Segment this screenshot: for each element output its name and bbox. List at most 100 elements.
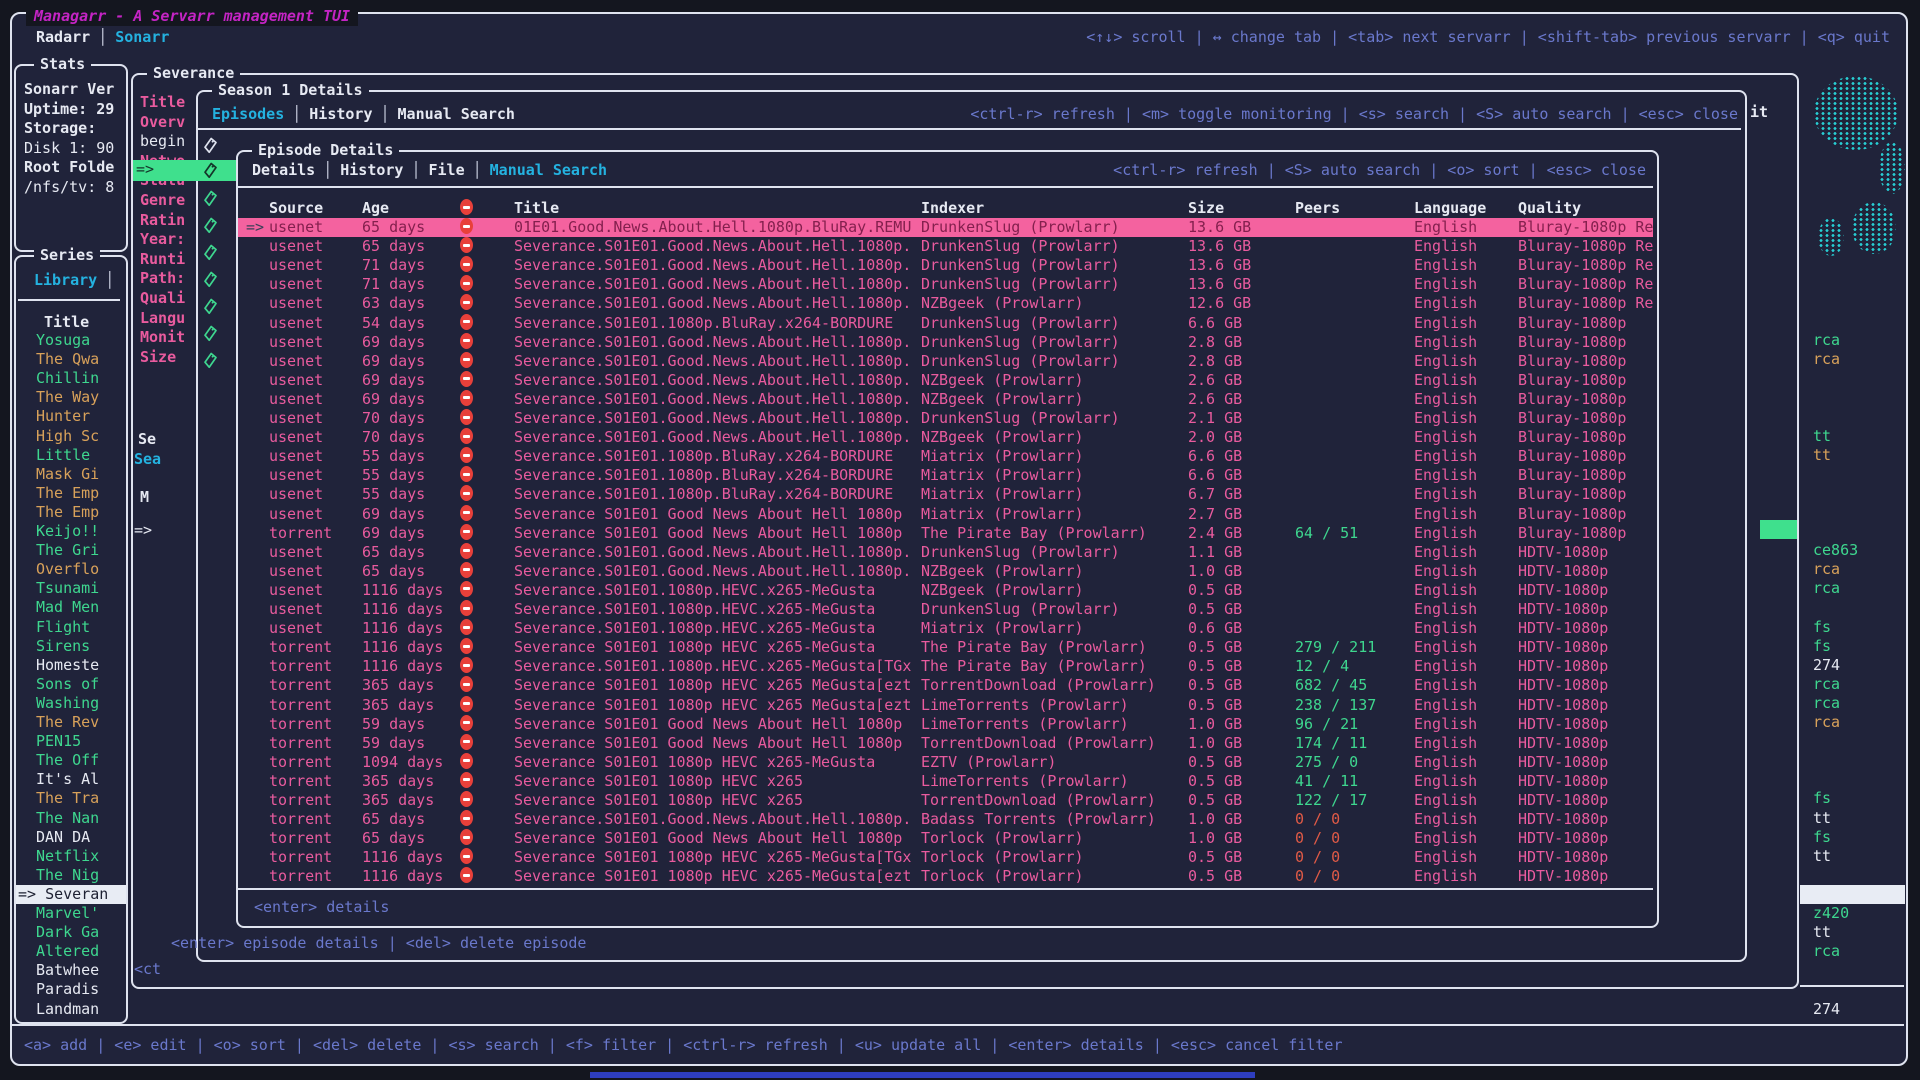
- search-result-row[interactable]: torrent365 daysSeverance S01E01 1080p HE…: [238, 772, 1653, 791]
- series-list-item[interactable]: Flight: [16, 618, 144, 637]
- search-result-row[interactable]: usenet65 daysSeverance.S01E01.Good.News.…: [238, 237, 1653, 256]
- series-list-item[interactable]: Dark Ga: [16, 923, 144, 942]
- search-result-row[interactable]: usenet70 daysSeverance.S01E01.Good.News.…: [238, 428, 1653, 447]
- series-list-item[interactable]: DAN DA: [16, 828, 144, 847]
- series-list-item[interactable]: Hunter: [16, 407, 144, 426]
- cell-source: usenet: [269, 218, 323, 237]
- search-result-row[interactable]: usenet1116 daysSeverance.S01E01.1080p.HE…: [238, 600, 1653, 619]
- series-list-item[interactable]: Little: [16, 446, 144, 465]
- series-list-item[interactable]: Yosuga: [16, 331, 144, 350]
- minus-circle-icon: [460, 638, 473, 654]
- cell-title: Severance.S01E01.Good.News.About.Hell.10…: [514, 352, 911, 371]
- search-result-row[interactable]: usenet71 daysSeverance.S01E01.Good.News.…: [238, 256, 1653, 275]
- cell-quality: HDTV-1080p: [1518, 810, 1653, 829]
- series-list-item[interactable]: The Emp: [16, 503, 144, 522]
- search-result-row[interactable]: torrent65 daysSeverance S01E01 Good News…: [238, 829, 1653, 848]
- search-result-row[interactable]: usenet70 daysSeverance.S01E01.Good.News.…: [238, 409, 1653, 428]
- search-result-row[interactable]: usenet65 daysSeverance.S01E01.Good.News.…: [238, 543, 1653, 562]
- series-list-item[interactable]: The Way: [16, 388, 144, 407]
- series-list-item[interactable]: PEN15: [16, 732, 144, 751]
- series-list-item[interactable]: Keijo!!: [16, 522, 144, 541]
- series-list-item[interactable]: Mask Gi: [16, 465, 144, 484]
- search-result-row[interactable]: usenet1116 daysSeverance.S01E01.1080p.HE…: [238, 619, 1653, 638]
- cell-indexer: DrunkenSlug (Prowlarr): [921, 543, 1120, 562]
- minus-circle-icon: [460, 772, 473, 788]
- series-list-item[interactable]: The Gri: [16, 541, 144, 560]
- series-list-item[interactable]: The Rev: [16, 713, 144, 732]
- search-result-row[interactable]: torrent65 daysSeverance.S01E01.Good.News…: [238, 810, 1653, 829]
- series-list-item[interactable]: The Qwa: [16, 350, 144, 369]
- series-list-item[interactable]: Washing: [16, 694, 144, 713]
- minus-circle-icon: [460, 485, 473, 501]
- cell-source: usenet: [269, 333, 323, 352]
- series-list-item[interactable]: Sons of: [16, 675, 144, 694]
- search-result-row[interactable]: usenet69 daysSeverance.S01E01.Good.News.…: [238, 333, 1653, 352]
- series-list-item[interactable]: It's Al: [16, 770, 144, 789]
- cell-age: 65 days: [362, 218, 425, 237]
- occluded-fragment-seasons-selected-marker: =>: [134, 521, 152, 540]
- minus-circle-icon: [460, 390, 473, 406]
- cell-peers: 64 / 51: [1295, 524, 1358, 543]
- series-list-item[interactable]: Mad Men: [16, 598, 144, 617]
- search-result-row[interactable]: usenet55 daysSeverance.S01E01.1080p.BluR…: [238, 447, 1653, 466]
- search-result-row[interactable]: =>usenet65 days01E01.Good.News.About.Hel…: [238, 218, 1653, 237]
- series-list-item[interactable]: The Emp: [16, 484, 144, 503]
- search-result-row[interactable]: torrent69 daysSeverance S01E01 Good News…: [238, 524, 1653, 543]
- series-list-item[interactable]: The Tra: [16, 789, 144, 808]
- cell-size: 1.0 GB: [1188, 562, 1242, 581]
- cell-peers: 122 / 17: [1295, 791, 1367, 810]
- search-result-row[interactable]: torrent1094 daysSeverance S01E01 1080p H…: [238, 753, 1653, 772]
- cell-size: 0.6 GB: [1188, 619, 1242, 638]
- series-list-item[interactable]: The Nig: [16, 866, 144, 885]
- search-result-row[interactable]: torrent1116 daysSeverance S01E01 1080p H…: [238, 848, 1653, 867]
- cell-source: usenet: [269, 428, 323, 447]
- search-result-row[interactable]: torrent1116 daysSeverance S01E01 1080p H…: [238, 638, 1653, 657]
- series-list-item[interactable]: Altered: [16, 942, 144, 961]
- series-list-item[interactable]: Netflix: [16, 847, 144, 866]
- search-result-row[interactable]: usenet69 daysSeverance S01E01 Good News …: [238, 505, 1653, 524]
- search-result-row[interactable]: usenet65 daysSeverance.S01E01.Good.News.…: [238, 562, 1653, 581]
- series-list-item[interactable]: Marvel': [16, 904, 144, 923]
- cell-quality: Bluray-1080p Re: [1518, 218, 1653, 237]
- occluded-fragment-edit-tail: it: [1750, 103, 1768, 122]
- search-result-row[interactable]: torrent1116 daysSeverance.S01E01.1080p.H…: [238, 657, 1653, 676]
- series-list-item[interactable]: The Off: [16, 751, 144, 770]
- series-list-item[interactable]: Batwhee: [16, 961, 144, 980]
- search-result-row[interactable]: usenet1116 daysSeverance.S01E01.1080p.HE…: [238, 581, 1653, 600]
- cell-language: English: [1414, 867, 1477, 886]
- series-list-item[interactable]: => Severan: [16, 885, 126, 904]
- search-result-row[interactable]: usenet63 daysSeverance.S01E01.Good.News.…: [238, 294, 1653, 313]
- search-result-row[interactable]: usenet69 daysSeverance.S01E01.Good.News.…: [238, 352, 1653, 371]
- series-list-item[interactable]: High Sc: [16, 427, 144, 446]
- series-list-item[interactable]: The Nan: [16, 809, 144, 828]
- selected-episode-row[interactable]: =>: [133, 160, 236, 181]
- series-list-item[interactable]: Paradis: [16, 980, 144, 999]
- series-list-item[interactable]: Landman: [16, 1000, 144, 1019]
- minus-circle-icon: [460, 371, 473, 387]
- search-result-row[interactable]: torrent365 daysSeverance S01E01 1080p HE…: [238, 696, 1653, 715]
- series-list-item[interactable]: Tsunami: [16, 579, 144, 598]
- cell-language: English: [1414, 485, 1477, 504]
- search-result-row[interactable]: torrent365 daysSeverance S01E01 1080p HE…: [238, 791, 1653, 810]
- search-result-row[interactable]: torrent59 daysSeverance S01E01 Good News…: [238, 715, 1653, 734]
- search-result-row[interactable]: torrent59 daysSeverance S01E01 Good News…: [238, 734, 1653, 753]
- search-result-row[interactable]: torrent365 daysSeverance S01E01 1080p HE…: [238, 676, 1653, 695]
- search-result-row[interactable]: usenet55 daysSeverance.S01E01.1080p.BluR…: [238, 485, 1653, 504]
- search-result-row[interactable]: usenet54 daysSeverance.S01E01.1080p.BluR…: [238, 314, 1653, 333]
- cell-indexer: DrunkenSlug (Prowlarr): [921, 352, 1120, 371]
- cell-source: usenet: [269, 466, 323, 485]
- search-result-row[interactable]: usenet69 daysSeverance.S01E01.Good.News.…: [238, 390, 1653, 409]
- cell-indexer: NZBgeek (Prowlarr): [921, 562, 1084, 581]
- series-list-item[interactable]: Overflo: [16, 560, 144, 579]
- series-list-item[interactable]: Sirens: [16, 637, 144, 656]
- cell-language: English: [1414, 638, 1477, 657]
- severance-field-label: Ratin: [140, 211, 185, 230]
- cell-title: Severance.S01E01.1080p.BluRay.x264-BORDU…: [514, 447, 893, 466]
- search-result-row[interactable]: usenet71 daysSeverance.S01E01.Good.News.…: [238, 275, 1653, 294]
- search-result-row[interactable]: usenet69 daysSeverance.S01E01.Good.News.…: [238, 371, 1653, 390]
- cell-title: Severance.S01E01.1080p.BluRay.x264-BORDU…: [514, 314, 893, 333]
- search-result-row[interactable]: torrent1116 daysSeverance S01E01 1080p H…: [238, 867, 1653, 886]
- series-list-item[interactable]: Chillin: [16, 369, 144, 388]
- series-list-item[interactable]: Homeste: [16, 656, 144, 675]
- search-result-row[interactable]: usenet55 daysSeverance.S01E01.1080p.BluR…: [238, 466, 1653, 485]
